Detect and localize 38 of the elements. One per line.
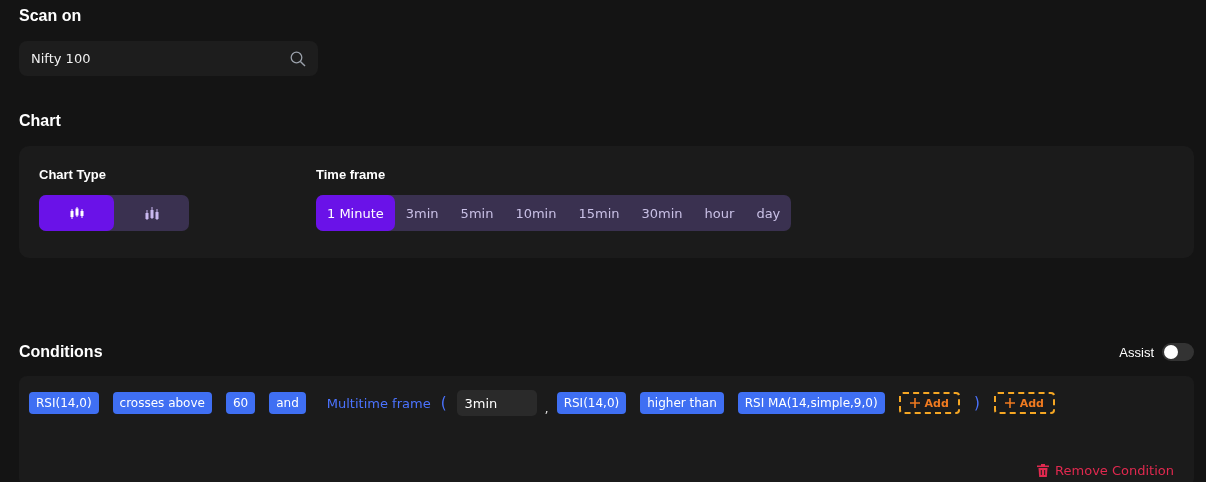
toggle-switch[interactable] [1162,343,1194,361]
toggle-label: Assist [1119,344,1154,360]
add-button[interactable]: Add [898,392,960,414]
time-frame-option[interactable]: 3min [394,195,450,231]
chart-type-option[interactable] [39,195,114,231]
time-frame-option[interactable]: 30min [630,195,694,231]
field-label: Time frame [316,167,387,183]
condition-chip[interactable]: RSI(14,0) [556,392,627,414]
section-title: Conditions [19,342,103,362]
time-frame-option[interactable]: hour [693,195,746,231]
candlestick-icon [143,205,160,221]
bracket: ( [440,394,447,412]
condition-chip[interactable]: RSI MA(14,simple,9,0) [737,392,885,414]
trash-icon [1037,464,1050,477]
add-button[interactable]: Add [993,392,1055,414]
time-frame-option[interactable]: 5min [449,195,505,231]
remove-button[interactable]: Remove Condition [1037,463,1184,478]
bracket: ) [973,394,980,412]
time-frame-option[interactable]: 15min [567,195,631,231]
comma: , [544,401,549,416]
link[interactable]: Multitime frame [326,395,431,411]
search-field[interactable]: Nifty 100 [19,41,318,76]
plus-icon [909,398,920,408]
condition-chip[interactable]: crosses above [112,392,212,414]
time-frame-option[interactable]: 1 Minute [316,195,395,231]
search-icon [290,51,306,67]
section-title: Chart [19,111,61,131]
input-field[interactable]: 3min [456,390,537,416]
condition-chip[interactable]: higher than [640,392,724,414]
time-frame-option[interactable]: day [745,195,792,231]
section-title: Scan on [19,6,82,26]
candlestick-icon [68,205,85,221]
plus-icon [1004,398,1015,408]
condition-chip[interactable]: 60 [225,392,256,414]
field-label: Chart Type [39,167,107,183]
time-frame-option[interactable]: 10min [504,195,568,231]
condition-chip[interactable]: and [269,392,306,414]
condition-chip[interactable]: RSI(14,0) [29,392,99,414]
